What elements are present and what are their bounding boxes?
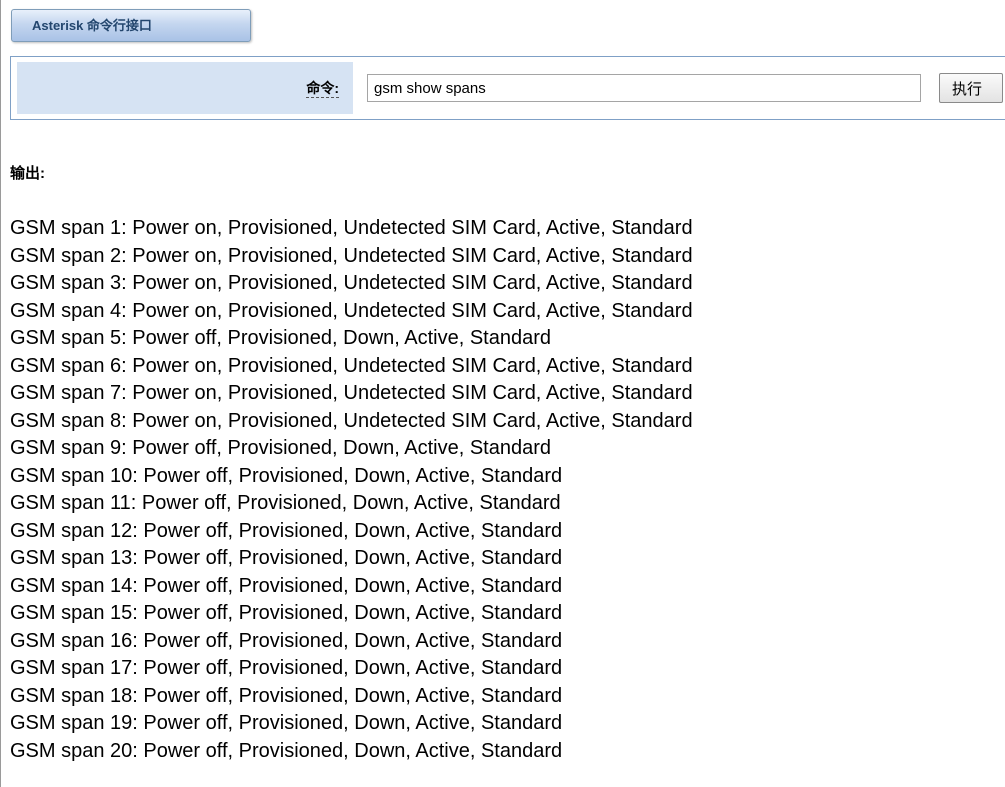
output-line: GSM span 7: Power on, Provisioned, Undet… [10,382,693,404]
output-line: GSM span 16: Power off, Provisioned, Dow… [10,629,563,652]
output-label: 输出: [10,165,45,182]
output-line: GSM span 13: Power off, Provisioned, Dow… [10,547,563,569]
tab-asterisk-cli[interactable]: Asterisk 命令行接口 [11,9,251,42]
output-line: GSM span 4: Power on, Provisioned, Undet… [10,299,693,322]
command-label: 命令: [306,80,339,98]
output-line: GSM span 1: Power on, Provisioned, Undet… [10,217,693,239]
output-line: GSM span 14: Power off, Provisioned, Dow… [10,574,563,597]
command-panel: 命令: 执行 [10,56,1005,120]
command-label-cell: 命令: [17,62,353,114]
output-line: GSM span 6: Power on, Provisioned, Undet… [10,354,693,377]
output-line: GSM span 18: Power off, Provisioned, Dow… [10,684,563,707]
output-line: GSM span 2: Power on, Provisioned, Undet… [10,244,693,267]
page-left-border [0,0,1,787]
command-input[interactable] [367,74,921,102]
output-line: GSM span 11: Power off, Provisioned, Dow… [10,492,561,514]
output-line: GSM span 8: Power on, Provisioned, Undet… [10,409,693,432]
output-line: GSM span 3: Power on, Provisioned, Undet… [10,272,693,294]
output-line: GSM span 9: Power off, Provisioned, Down… [10,437,552,459]
execute-button[interactable]: 执行 [939,73,1003,103]
output-list: GSM span 1: Power on, Provisioned, Undet… [10,215,693,765]
output-line: GSM span 20: Power off, Provisioned, Dow… [10,739,563,762]
output-line: GSM span 19: Power off, Provisioned, Dow… [10,712,563,734]
output-line: GSM span 10: Power off, Provisioned, Dow… [10,464,563,487]
output-line: GSM span 5: Power off, Provisioned, Down… [10,327,552,349]
output-line: GSM span 12: Power off, Provisioned, Dow… [10,519,563,542]
output-line: GSM span 15: Power off, Provisioned, Dow… [10,602,563,624]
output-line: GSM span 17: Power off, Provisioned, Dow… [10,657,563,679]
